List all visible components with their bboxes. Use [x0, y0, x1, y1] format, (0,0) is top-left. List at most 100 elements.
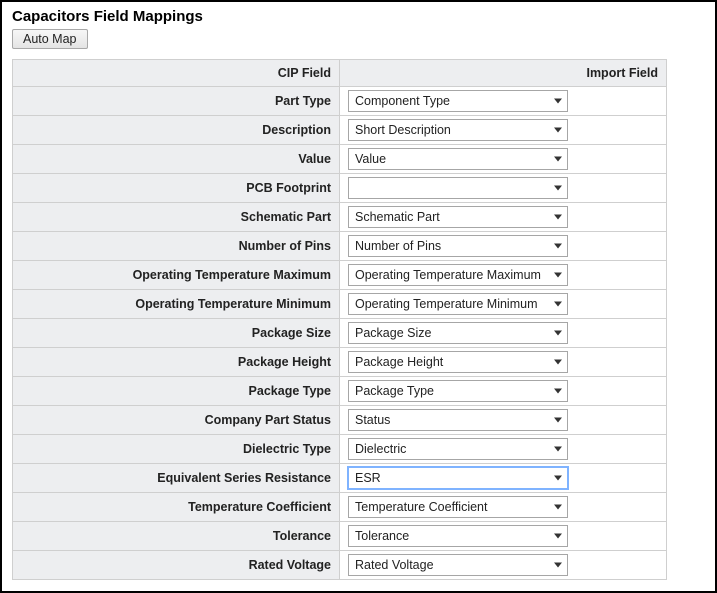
cip-field-label: Temperature Coefficient: [13, 493, 340, 522]
chevron-down-icon: [554, 505, 562, 510]
dropdown-value: Schematic Part: [355, 210, 440, 224]
dropdown-value: Component Type: [355, 94, 450, 108]
import-field-cell: Tolerance: [340, 522, 667, 551]
cip-field-label: Number of Pins: [13, 232, 340, 261]
cip-field-label: Schematic Part: [13, 203, 340, 232]
dropdown-value: Short Description: [355, 123, 451, 137]
cip-field-label: Operating Temperature Maximum: [13, 261, 340, 290]
import-field-dropdown[interactable]: [348, 177, 568, 199]
import-field-dropdown[interactable]: Short Description: [348, 119, 568, 141]
cip-field-label: Dielectric Type: [13, 435, 340, 464]
import-field-dropdown[interactable]: Component Type: [348, 90, 568, 112]
scroll-pane[interactable]: Capacitors Field Mappings Auto Map CIP F…: [2, 2, 715, 591]
table-row: DescriptionShort Description: [13, 116, 667, 145]
chevron-down-icon: [554, 99, 562, 104]
col-header-import: Import Field: [340, 60, 667, 87]
chevron-down-icon: [554, 563, 562, 568]
auto-map-button[interactable]: Auto Map: [12, 29, 88, 49]
import-field-cell: Package Size: [340, 319, 667, 348]
table-row: Package Height Package Height: [13, 348, 667, 377]
chevron-down-icon: [554, 273, 562, 278]
dropdown-value: Status: [355, 413, 390, 427]
table-row: Equivalent Series Resistance ESR: [13, 464, 667, 493]
import-field-cell: Dielectric: [340, 435, 667, 464]
page-title: Capacitors Field Mappings: [12, 8, 715, 25]
table-row: Part Type Component Type: [13, 87, 667, 116]
table-row: Operating Temperature Minimum Operating T…: [13, 290, 667, 319]
import-field-dropdown[interactable]: Temperature Coefficient: [348, 496, 568, 518]
dropdown-value: ESR: [355, 471, 381, 485]
chevron-down-icon: [554, 447, 562, 452]
cip-field-label: Operating Temperature Minimum: [13, 290, 340, 319]
table-row: Package Size Package Size: [13, 319, 667, 348]
cip-field-label: Value: [13, 145, 340, 174]
table-row: Operating Temperature Maximum Operating T…: [13, 261, 667, 290]
dropdown-value: Operating Temperature Minimum: [355, 297, 537, 311]
chevron-down-icon: [554, 157, 562, 162]
import-field-cell: Component Type: [340, 87, 667, 116]
table-header-row: CIP Field Import Field: [13, 60, 667, 87]
table-row: Schematic Part Schematic Part: [13, 203, 667, 232]
table-row: Package Type Package Type: [13, 377, 667, 406]
chevron-down-icon: [554, 186, 562, 191]
dropdown-value: Value: [355, 152, 386, 166]
import-field-dropdown[interactable]: Operating Temperature Minimum: [348, 293, 568, 315]
import-field-dropdown[interactable]: Status: [348, 409, 568, 431]
import-field-cell: Operating Temperature Maximum: [340, 261, 667, 290]
dropdown-value: Operating Temperature Maximum: [355, 268, 541, 282]
cip-field-label: PCB Footprint: [13, 174, 340, 203]
import-field-cell: Package Height: [340, 348, 667, 377]
import-field-dropdown[interactable]: Rated Voltage: [348, 554, 568, 576]
cip-field-label: Package Size: [13, 319, 340, 348]
table-row: Dielectric Type Dielectric: [13, 435, 667, 464]
chevron-down-icon: [554, 244, 562, 249]
chevron-down-icon: [554, 389, 562, 394]
import-field-dropdown[interactable]: Tolerance: [348, 525, 568, 547]
chevron-down-icon: [554, 302, 562, 307]
chevron-down-icon: [554, 360, 562, 365]
import-field-cell: [340, 174, 667, 203]
table-row: Tolerance Tolerance: [13, 522, 667, 551]
import-field-dropdown[interactable]: Operating Temperature Maximum: [348, 264, 568, 286]
field-mappings-table: CIP Field Import Field Part Type Componen…: [12, 59, 667, 580]
import-field-cell: Status: [340, 406, 667, 435]
table-row: Value Value: [13, 145, 667, 174]
chevron-down-icon: [554, 476, 562, 481]
import-field-cell: Operating Temperature Minimum: [340, 290, 667, 319]
table-row: PCB Footprint: [13, 174, 667, 203]
import-field-dropdown[interactable]: Package Height: [348, 351, 568, 373]
dropdown-value: Rated Voltage: [355, 558, 434, 572]
table-row: Company Part StatusStatus: [13, 406, 667, 435]
table-row: Rated Voltage Rated Voltage: [13, 551, 667, 580]
import-field-dropdown[interactable]: Schematic Part: [348, 206, 568, 228]
import-field-dropdown[interactable]: Number of Pins: [348, 235, 568, 257]
dropdown-value: Dielectric: [355, 442, 406, 456]
import-field-cell: Short Description: [340, 116, 667, 145]
content-area: Capacitors Field Mappings Auto Map CIP F…: [2, 2, 715, 591]
chevron-down-icon: [554, 418, 562, 423]
cip-field-label: Package Type: [13, 377, 340, 406]
table-row: Number of Pins Number of Pins: [13, 232, 667, 261]
dropdown-value: Tolerance: [355, 529, 409, 543]
chevron-down-icon: [554, 215, 562, 220]
cip-field-label: Tolerance: [13, 522, 340, 551]
import-field-cell: ESR: [340, 464, 667, 493]
import-field-dropdown[interactable]: Package Type: [348, 380, 568, 402]
import-field-cell: Number of Pins: [340, 232, 667, 261]
import-field-cell: Value: [340, 145, 667, 174]
dropdown-value: Package Height: [355, 355, 443, 369]
cip-field-label: Rated Voltage: [13, 551, 340, 580]
import-field-cell: Package Type: [340, 377, 667, 406]
import-field-cell: Schematic Part: [340, 203, 667, 232]
import-field-dropdown[interactable]: Value: [348, 148, 568, 170]
import-field-dropdown[interactable]: Dielectric: [348, 438, 568, 460]
import-field-dropdown[interactable]: Package Size: [348, 322, 568, 344]
cip-field-label: Package Height: [13, 348, 340, 377]
chevron-down-icon: [554, 128, 562, 133]
table-row: Temperature Coefficient Temperature Coeff…: [13, 493, 667, 522]
cip-field-label: Equivalent Series Resistance: [13, 464, 340, 493]
import-field-dropdown[interactable]: ESR: [348, 467, 568, 489]
chevron-down-icon: [554, 534, 562, 539]
cip-field-label: Part Type: [13, 87, 340, 116]
import-field-cell: Temperature Coefficient: [340, 493, 667, 522]
